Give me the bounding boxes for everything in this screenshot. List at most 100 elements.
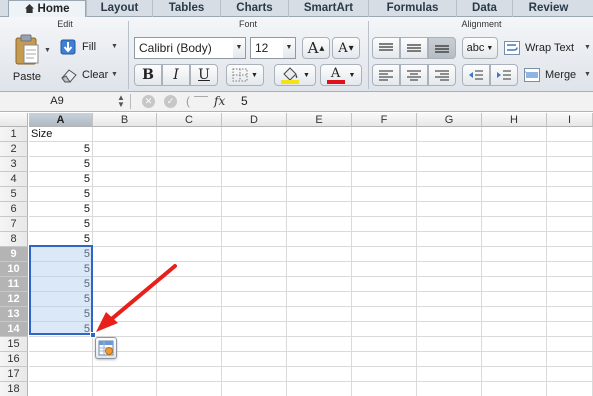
tab-review[interactable]: Review: [512, 0, 584, 17]
row-header-17[interactable]: 17: [0, 367, 28, 382]
column-header-f[interactable]: F: [352, 113, 417, 127]
row-header-3[interactable]: 3: [0, 157, 28, 172]
wrap-text-dropdown-arrow[interactable]: ▼: [584, 44, 591, 51]
decrease-indent-icon: [469, 70, 483, 80]
cell-a7[interactable]: 5: [29, 217, 92, 232]
tab-data[interactable]: Data: [456, 0, 512, 17]
row-header-14[interactable]: 14: [0, 322, 28, 337]
tab-home[interactable]: Home: [8, 0, 86, 18]
borders-dropdown-arrow: ▼: [251, 71, 258, 79]
grid-line: [29, 261, 593, 262]
borders-button[interactable]: ▼: [226, 64, 264, 86]
align-center-button[interactable]: [400, 64, 428, 86]
font-color-button[interactable]: A ▼: [320, 64, 362, 86]
increase-indent-button[interactable]: [490, 64, 518, 86]
formula-bar: A9 ▲ ▼ ✕ ✓ ( fx 5: [0, 92, 593, 112]
column-header-d[interactable]: D: [222, 113, 287, 127]
fill-dropdown-arrow[interactable]: ▼: [111, 43, 118, 50]
row-header-15[interactable]: 15: [0, 337, 28, 352]
paste-dropdown-arrow[interactable]: ▼: [44, 47, 51, 54]
highlight-dropdown-arrow: ▼: [303, 71, 310, 79]
bold-button[interactable]: B: [134, 64, 162, 86]
column-header-c[interactable]: C: [157, 113, 222, 127]
tab-label: Formulas: [386, 2, 439, 14]
tab-formulas[interactable]: Formulas: [368, 0, 456, 17]
column-header-a[interactable]: A: [29, 113, 93, 127]
orientation-button[interactable]: abc ▼: [462, 37, 498, 59]
tab-smartart[interactable]: SmartArt: [288, 0, 368, 17]
row-header-16[interactable]: 16: [0, 352, 28, 367]
column-header-i[interactable]: I: [547, 113, 593, 127]
row-header-2[interactable]: 2: [0, 142, 28, 157]
font-size-field[interactable]: 12: [250, 37, 284, 59]
font-size-dropdown-arrow[interactable]: ▼: [283, 37, 296, 59]
row-header-6[interactable]: 6: [0, 202, 28, 217]
align-top-button[interactable]: [372, 37, 400, 59]
highlight-button[interactable]: ▼: [274, 64, 316, 86]
row-header-13[interactable]: 13: [0, 307, 28, 322]
align-middle-button[interactable]: [400, 37, 428, 59]
font-name-field[interactable]: Calibri (Body): [134, 37, 234, 59]
cell-a5[interactable]: 5: [29, 187, 92, 202]
eraser-icon: [61, 69, 77, 83]
column-header-e[interactable]: E: [287, 113, 352, 127]
grid-line: [29, 201, 593, 202]
increase-indent-icon: [497, 70, 511, 80]
home-icon: [24, 4, 34, 13]
tab-charts[interactable]: Charts: [220, 0, 288, 17]
column-header-b[interactable]: B: [93, 113, 157, 127]
clipboard-icon: [15, 34, 39, 65]
row-header-8[interactable]: 8: [0, 232, 28, 247]
wrap-text-button[interactable]: Wrap Text: [504, 37, 574, 59]
tab-tables[interactable]: Tables: [152, 0, 220, 17]
align-left-button[interactable]: [372, 64, 400, 86]
cancel-icon[interactable]: ✕: [142, 95, 155, 108]
align-bottom-button[interactable]: [428, 37, 456, 59]
paste-button[interactable]: Paste: [6, 33, 48, 89]
clear-button[interactable]: Clear: [60, 65, 108, 85]
italic-button[interactable]: I: [162, 64, 190, 86]
row-header-11[interactable]: 11: [0, 277, 28, 292]
merge-button[interactable]: Merge: [524, 64, 576, 86]
row-header-10[interactable]: 10: [0, 262, 28, 277]
fill-button[interactable]: Fill: [60, 37, 96, 57]
formula-divider: [194, 96, 208, 97]
fx-label[interactable]: fx: [214, 94, 225, 108]
row-header-1[interactable]: 1: [0, 127, 28, 142]
cell-a6[interactable]: 5: [29, 202, 92, 217]
name-box[interactable]: A9: [0, 92, 114, 111]
cell-a1[interactable]: Size: [29, 127, 92, 142]
auto-fill-options-button[interactable]: [95, 337, 117, 359]
grid-line: [29, 156, 593, 157]
cell-a3[interactable]: 5: [29, 157, 92, 172]
cell-a2[interactable]: 5: [29, 142, 92, 157]
align-right-button[interactable]: [428, 64, 456, 86]
row-header-18[interactable]: 18: [0, 382, 28, 396]
formula-builder-icon[interactable]: (: [186, 94, 190, 108]
ribbon: Edit Paste ▼ Fill ▼ Clear ▼ Font Calibri…: [0, 17, 593, 92]
shrink-font-button[interactable]: A ▾: [332, 37, 360, 59]
merge-dropdown-arrow[interactable]: ▼: [584, 71, 591, 78]
enter-icon[interactable]: ✓: [164, 95, 177, 108]
font-color-dropdown-arrow: ▼: [348, 71, 356, 79]
font-name-dropdown-arrow[interactable]: ▼: [233, 37, 246, 59]
select-all-corner[interactable]: [0, 113, 28, 127]
row-header-7[interactable]: 7: [0, 217, 28, 232]
row-header-9[interactable]: 9: [0, 247, 28, 262]
decrease-indent-button[interactable]: [462, 64, 490, 86]
cell-a4[interactable]: 5: [29, 172, 92, 187]
grow-font-label: A: [307, 39, 319, 57]
column-header-g[interactable]: G: [417, 113, 482, 127]
clear-dropdown-arrow[interactable]: ▼: [111, 71, 118, 78]
underline-button[interactable]: U: [190, 64, 218, 86]
row-header-12[interactable]: 12: [0, 292, 28, 307]
selected-range[interactable]: [29, 245, 93, 335]
grow-font-button[interactable]: A ▴: [302, 37, 330, 59]
name-box-stepper[interactable]: ▲ ▼: [117, 94, 125, 109]
font-color-glyph: A: [326, 67, 345, 84]
column-header-h[interactable]: H: [482, 113, 547, 127]
tab-layout[interactable]: Layout: [86, 0, 152, 17]
row-header-4[interactable]: 4: [0, 172, 28, 187]
formula-input[interactable]: 5: [241, 94, 248, 108]
row-header-5[interactable]: 5: [0, 187, 28, 202]
